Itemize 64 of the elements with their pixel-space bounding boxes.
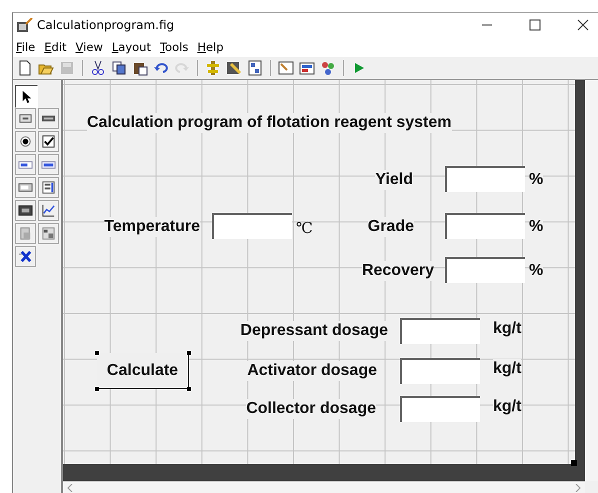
- window-title: Calculationprogram.fig: [37, 18, 176, 32]
- palette-tool[interactable]: [15, 154, 36, 175]
- selection-handle[interactable]: [95, 387, 99, 391]
- toggle-button-icon: [18, 203, 33, 218]
- menu-item[interactable]: Help: [197, 40, 224, 54]
- field-label: Grade: [368, 217, 414, 237]
- unit-label: ℃: [296, 218, 313, 238]
- axes-icon: [41, 203, 56, 218]
- toolbar-icon[interactable]: [299, 60, 315, 76]
- unit-label: kg/t: [493, 319, 522, 339]
- scroll-left-icon[interactable]: [67, 484, 73, 492]
- toolbar-icon[interactable]: [111, 60, 127, 76]
- toolbar-icon[interactable]: [247, 60, 263, 76]
- field-label: Activator dosage: [247, 361, 377, 381]
- palette-tool[interactable]: [38, 131, 59, 152]
- menu-item[interactable]: View: [76, 40, 103, 54]
- palette-tool[interactable]: [15, 200, 36, 221]
- palette-tool[interactable]: [15, 246, 36, 267]
- panel-icon: [18, 226, 33, 241]
- calculate-button[interactable]: Calculate: [97, 353, 189, 389]
- palette-tool[interactable]: [15, 177, 36, 198]
- palette-tool[interactable]: [38, 108, 59, 129]
- toolbar-icon[interactable]: [132, 60, 148, 76]
- menu-item[interactable]: Edit: [44, 40, 67, 54]
- selection-handle[interactable]: [95, 351, 99, 355]
- field-label: Collector dosage: [246, 399, 376, 419]
- listbox-icon: [41, 180, 56, 195]
- toolbar-icon[interactable]: [90, 60, 106, 76]
- toolbar-icon[interactable]: [226, 60, 242, 76]
- field-label: Temperature: [104, 217, 200, 237]
- vertical-scrollbar[interactable]: [585, 80, 598, 481]
- scroll-right-icon[interactable]: [575, 484, 581, 492]
- toolbar-icon[interactable]: [278, 60, 294, 76]
- palette-tool[interactable]: [38, 177, 59, 198]
- input-field[interactable]: [400, 396, 480, 422]
- horizontal-scrollbar[interactable]: [63, 481, 585, 493]
- palette-tool[interactable]: [38, 200, 59, 221]
- heading-text: Calculation program of flotation reagent system: [87, 113, 452, 133]
- radio-button-icon: [18, 134, 33, 149]
- toolbar-icon[interactable]: [17, 60, 33, 76]
- selection-handle[interactable]: [187, 351, 191, 355]
- unit-label: kg/t: [493, 359, 522, 379]
- palette-tool[interactable]: [15, 108, 36, 129]
- input-field[interactable]: [212, 213, 292, 239]
- palette-tool[interactable]: [15, 85, 38, 108]
- input-field[interactable]: [400, 358, 480, 384]
- unit-label: kg/t: [493, 397, 522, 417]
- input-field[interactable]: [445, 166, 525, 192]
- palette-tool[interactable]: [15, 131, 36, 152]
- selection-handle[interactable]: [187, 387, 191, 391]
- button-group-icon: [41, 226, 56, 241]
- menu-item[interactable]: Layout: [112, 40, 151, 54]
- checkbox-icon: [41, 134, 56, 149]
- activex-icon: [18, 249, 33, 264]
- input-field[interactable]: [445, 257, 525, 283]
- input-field[interactable]: [400, 318, 480, 344]
- field-label: Depressant dosage: [240, 321, 388, 341]
- resize-handle[interactable]: [571, 460, 577, 466]
- input-field[interactable]: [445, 213, 525, 239]
- menu-item[interactable]: File: [16, 40, 36, 54]
- menu-item[interactable]: Tools: [160, 40, 188, 54]
- app-icon: [17, 18, 33, 32]
- field-label: Yield: [375, 170, 413, 190]
- field-label: Recovery: [362, 261, 434, 281]
